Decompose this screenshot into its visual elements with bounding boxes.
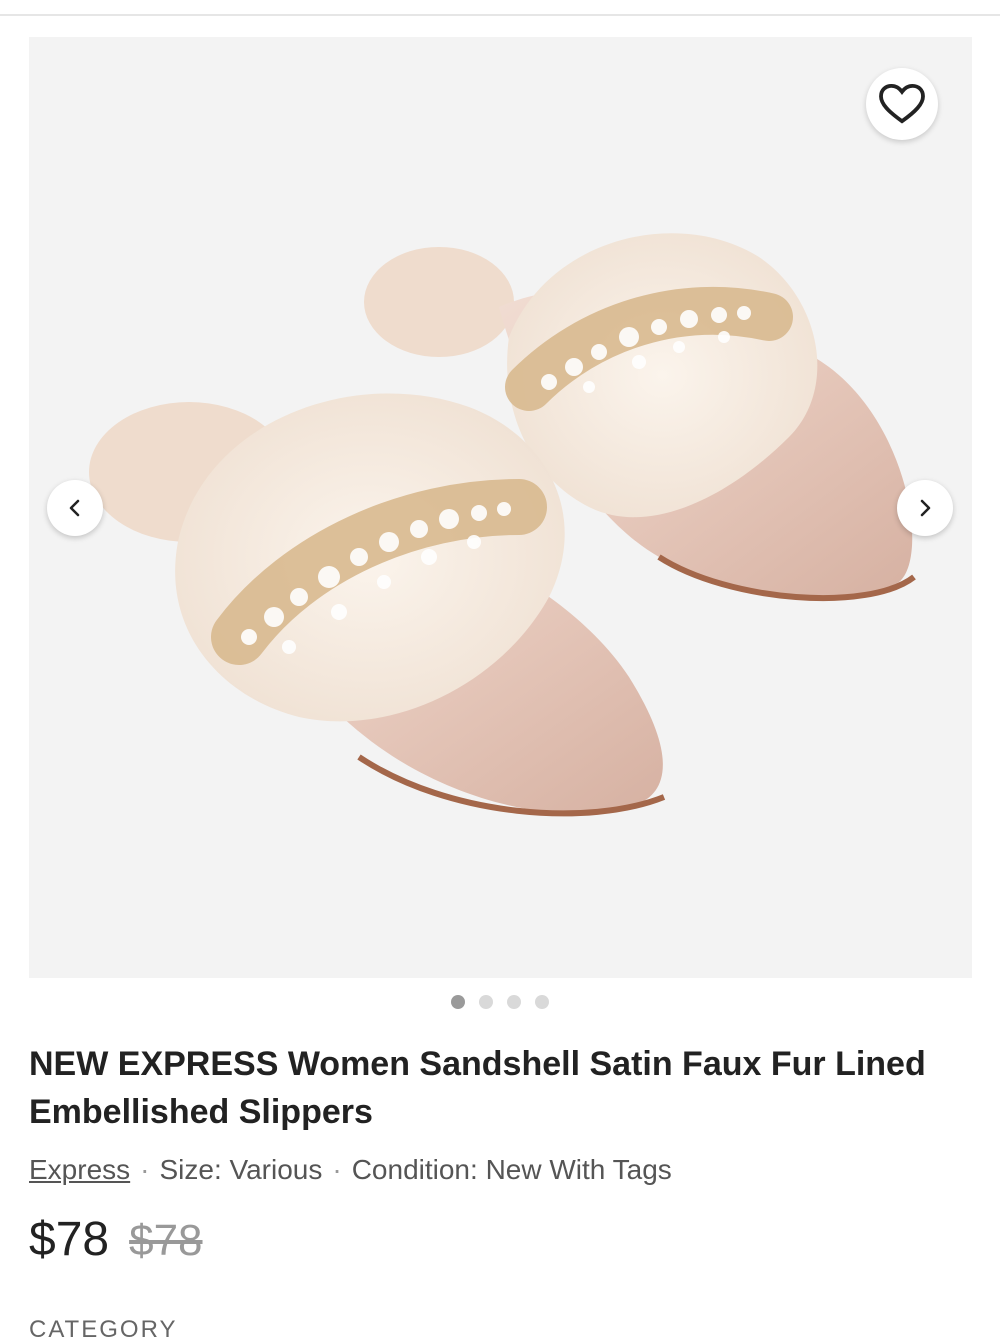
brand-link[interactable]: Express xyxy=(29,1154,130,1185)
next-image-button[interactable] xyxy=(897,480,953,536)
gallery-dot-4[interactable] xyxy=(535,995,549,1009)
category-heading: CATEGORY xyxy=(29,1316,178,1343)
condition-text: Condition: New With Tags xyxy=(351,1154,672,1185)
meta-separator: · xyxy=(140,1154,150,1185)
heart-icon xyxy=(879,83,925,124)
like-button[interactable] xyxy=(866,68,938,140)
original-price: $78 xyxy=(129,1216,203,1265)
back-slipper-heel-fur xyxy=(364,247,514,357)
meta-separator: · xyxy=(332,1154,342,1185)
top-divider xyxy=(0,14,1000,16)
gallery-dot-3[interactable] xyxy=(507,995,521,1009)
gallery-dot-1[interactable] xyxy=(451,995,465,1009)
listing-title: NEW EXPRESS Women Sandshell Satin Faux F… xyxy=(29,1045,926,1131)
gallery-pagination xyxy=(0,995,1000,1013)
current-price: $78 xyxy=(29,1213,110,1266)
size-text: Size: Various xyxy=(159,1154,323,1185)
chevron-right-icon xyxy=(920,499,931,517)
gallery-dot-2[interactable] xyxy=(479,995,493,1009)
previous-image-button[interactable] xyxy=(47,480,103,536)
price-row: $78 $78 xyxy=(29,1212,203,1272)
listing-meta: Express · Size: Various · Condition: New Wit… xyxy=(29,1150,969,1190)
chevron-left-icon xyxy=(69,499,80,517)
slippers-illustration xyxy=(89,233,916,817)
product-image[interactable] xyxy=(29,37,972,978)
